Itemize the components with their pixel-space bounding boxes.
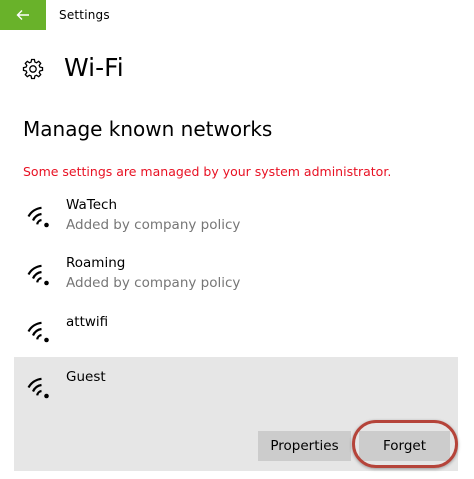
wifi-signal-icon [27, 377, 49, 399]
admin-warning-message: Some settings are managed by your system… [23, 164, 392, 179]
back-button[interactable] [0, 0, 46, 30]
wifi-signal-icon [27, 321, 49, 343]
network-item[interactable]: Roaming Added by company policy [14, 250, 458, 300]
network-name: WaTech [66, 197, 117, 213]
highlight-circle [352, 420, 458, 468]
window-title: Settings [59, 8, 110, 22]
network-name: Guest [66, 369, 106, 385]
network-name: Roaming [66, 255, 126, 271]
back-arrow-icon [16, 10, 29, 20]
page-title: Wi-Fi [64, 53, 124, 82]
title-bar: Settings [0, 0, 474, 30]
properties-button[interactable]: Properties [258, 431, 351, 461]
network-item[interactable]: attwifi [14, 308, 458, 352]
network-subtitle: Added by company policy [66, 217, 241, 233]
wifi-signal-icon [27, 206, 49, 228]
section-title: Manage known networks [23, 117, 273, 141]
network-item[interactable]: WaTech Added by company policy [14, 192, 458, 242]
network-name: attwifi [66, 314, 109, 330]
wifi-signal-icon [27, 264, 49, 286]
gear-icon [22, 58, 44, 80]
network-subtitle: Added by company policy [66, 275, 241, 291]
